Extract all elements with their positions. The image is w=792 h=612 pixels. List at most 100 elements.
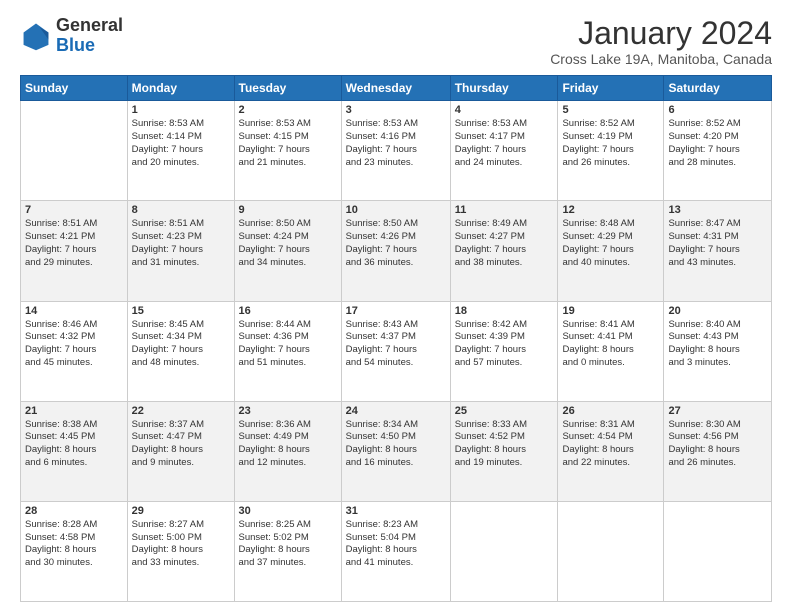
calendar-week-5: 28Sunrise: 8:28 AM Sunset: 4:58 PM Dayli… (21, 501, 772, 601)
day-details: Sunrise: 8:48 AM Sunset: 4:29 PM Dayligh… (562, 218, 659, 269)
day-number: 1 (132, 104, 230, 116)
day-header-wednesday: Wednesday (341, 76, 450, 101)
calendar-cell: 19 Sunrise: 8:41 AM Sunset: 4:41 PM Dayli… (558, 301, 664, 401)
day-number: 9 (239, 204, 337, 216)
calendar-table: SundayMondayTuesdayWednesdayThursdayFrid… (20, 75, 772, 602)
day-details: Sunrise: 8:28 AM Sunset: 4:58 PM Dayligh… (25, 519, 123, 570)
calendar-cell: 23Sunrise: 8:36 AM Sunset: 4:49 PM Dayli… (234, 401, 341, 501)
calendar-cell: 13 Sunrise: 8:47 AM Sunset: 4:31 PM Dayli… (664, 201, 772, 301)
day-number: 20 (668, 305, 767, 317)
day-number: 3 (346, 104, 446, 116)
day-number: 27 (668, 405, 767, 417)
day-header-saturday: Saturday (664, 76, 772, 101)
day-number: 29 (132, 505, 230, 517)
day-number: 10 (346, 204, 446, 216)
day-details: Sunrise: 8:36 AM Sunset: 4:49 PM Dayligh… (239, 419, 337, 470)
day-details: Sunrise: 8:25 AM Sunset: 5:02 PM Dayligh… (239, 519, 337, 570)
calendar-cell: 17 Sunrise: 8:43 AM Sunset: 4:37 PM Dayli… (341, 301, 450, 401)
calendar-cell: 20 Sunrise: 8:40 AM Sunset: 4:43 PM Dayli… (664, 301, 772, 401)
calendar-cell: 22Sunrise: 8:37 AM Sunset: 4:47 PM Dayli… (127, 401, 234, 501)
day-number: 14 (25, 305, 123, 317)
day-number: 6 (668, 104, 767, 116)
page: General Blue January 2024 Cross Lake 19A… (0, 0, 792, 612)
day-details: Sunrise: 8:40 AM Sunset: 4:43 PM Dayligh… (668, 319, 767, 370)
day-number: 7 (25, 204, 123, 216)
calendar-week-1: 1 Sunrise: 8:53 AM Sunset: 4:14 PM Daylig… (21, 101, 772, 201)
day-details: Sunrise: 8:42 AM Sunset: 4:39 PM Dayligh… (455, 319, 554, 370)
day-header-sunday: Sunday (21, 76, 128, 101)
logo-text: General Blue (56, 16, 123, 56)
day-details: Sunrise: 8:52 AM Sunset: 4:19 PM Dayligh… (562, 118, 659, 169)
day-details: Sunrise: 8:41 AM Sunset: 4:41 PM Dayligh… (562, 319, 659, 370)
day-number: 4 (455, 104, 554, 116)
day-details: Sunrise: 8:49 AM Sunset: 4:27 PM Dayligh… (455, 218, 554, 269)
calendar-cell: 21 Sunrise: 8:38 AM Sunset: 4:45 PM Dayli… (21, 401, 128, 501)
calendar-cell: 2Sunrise: 8:53 AM Sunset: 4:15 PM Daylig… (234, 101, 341, 201)
calendar-cell: 7 Sunrise: 8:51 AM Sunset: 4:21 PM Daylig… (21, 201, 128, 301)
day-number: 11 (455, 204, 554, 216)
day-details: Sunrise: 8:52 AM Sunset: 4:20 PM Dayligh… (668, 118, 767, 169)
calendar-cell: 25Sunrise: 8:33 AM Sunset: 4:52 PM Dayli… (450, 401, 558, 501)
calendar-cell: 10 Sunrise: 8:50 AM Sunset: 4:26 PM Dayli… (341, 201, 450, 301)
day-details: Sunrise: 8:31 AM Sunset: 4:54 PM Dayligh… (562, 419, 659, 470)
calendar-cell: 5 Sunrise: 8:52 AM Sunset: 4:19 PM Daylig… (558, 101, 664, 201)
calendar-cell: 29 Sunrise: 8:27 AM Sunset: 5:00 PM Dayli… (127, 501, 234, 601)
day-details: Sunrise: 8:38 AM Sunset: 4:45 PM Dayligh… (25, 419, 123, 470)
day-details: Sunrise: 8:51 AM Sunset: 4:21 PM Dayligh… (25, 218, 123, 269)
day-header-friday: Friday (558, 76, 664, 101)
calendar-cell: 4 Sunrise: 8:53 AM Sunset: 4:17 PM Daylig… (450, 101, 558, 201)
calendar-week-2: 7 Sunrise: 8:51 AM Sunset: 4:21 PM Daylig… (21, 201, 772, 301)
day-number: 8 (132, 204, 230, 216)
calendar-cell: 3 Sunrise: 8:53 AM Sunset: 4:16 PM Daylig… (341, 101, 450, 201)
day-number: 13 (668, 204, 767, 216)
day-header-thursday: Thursday (450, 76, 558, 101)
day-number: 25 (455, 405, 554, 417)
day-details: Sunrise: 8:46 AM Sunset: 4:32 PM Dayligh… (25, 319, 123, 370)
day-details: Sunrise: 8:53 AM Sunset: 4:17 PM Dayligh… (455, 118, 554, 169)
calendar-cell: 11 Sunrise: 8:49 AM Sunset: 4:27 PM Dayli… (450, 201, 558, 301)
calendar-cell: 6 Sunrise: 8:52 AM Sunset: 4:20 PM Daylig… (664, 101, 772, 201)
calendar-week-3: 14 Sunrise: 8:46 AM Sunset: 4:32 PM Dayli… (21, 301, 772, 401)
day-details: Sunrise: 8:23 AM Sunset: 5:04 PM Dayligh… (346, 519, 446, 570)
day-details: Sunrise: 8:47 AM Sunset: 4:31 PM Dayligh… (668, 218, 767, 269)
day-number: 19 (562, 305, 659, 317)
calendar-cell: 31Sunrise: 8:23 AM Sunset: 5:04 PM Dayli… (341, 501, 450, 601)
day-details: Sunrise: 8:34 AM Sunset: 4:50 PM Dayligh… (346, 419, 446, 470)
day-number: 16 (239, 305, 337, 317)
calendar-cell: 12 Sunrise: 8:48 AM Sunset: 4:29 PM Dayli… (558, 201, 664, 301)
day-details: Sunrise: 8:53 AM Sunset: 4:14 PM Dayligh… (132, 118, 230, 169)
day-number: 18 (455, 305, 554, 317)
day-header-tuesday: Tuesday (234, 76, 341, 101)
day-details: Sunrise: 8:53 AM Sunset: 4:16 PM Dayligh… (346, 118, 446, 169)
day-number: 17 (346, 305, 446, 317)
day-number: 26 (562, 405, 659, 417)
calendar-cell: 30 Sunrise: 8:25 AM Sunset: 5:02 PM Dayli… (234, 501, 341, 601)
day-number: 22 (132, 405, 230, 417)
location: Cross Lake 19A, Manitoba, Canada (550, 51, 772, 67)
day-details: Sunrise: 8:27 AM Sunset: 5:00 PM Dayligh… (132, 519, 230, 570)
calendar-cell: 28Sunrise: 8:28 AM Sunset: 4:58 PM Dayli… (21, 501, 128, 601)
day-number: 15 (132, 305, 230, 317)
day-number: 30 (239, 505, 337, 517)
calendar-cell: 24 Sunrise: 8:34 AM Sunset: 4:50 PM Dayli… (341, 401, 450, 501)
calendar-cell: 26 Sunrise: 8:31 AM Sunset: 4:54 PM Dayli… (558, 401, 664, 501)
day-details: Sunrise: 8:45 AM Sunset: 4:34 PM Dayligh… (132, 319, 230, 370)
day-details: Sunrise: 8:43 AM Sunset: 4:37 PM Dayligh… (346, 319, 446, 370)
day-details: Sunrise: 8:50 AM Sunset: 4:26 PM Dayligh… (346, 218, 446, 269)
month-title: January 2024 (550, 16, 772, 51)
day-number: 24 (346, 405, 446, 417)
logo-icon (20, 20, 52, 52)
title-block: January 2024 Cross Lake 19A, Manitoba, C… (550, 16, 772, 67)
day-number: 12 (562, 204, 659, 216)
calendar-cell (21, 101, 128, 201)
calendar-cell: 18 Sunrise: 8:42 AM Sunset: 4:39 PM Dayli… (450, 301, 558, 401)
calendar-cell (664, 501, 772, 601)
day-number: 5 (562, 104, 659, 116)
day-number: 21 (25, 405, 123, 417)
calendar-cell: 15 Sunrise: 8:45 AM Sunset: 4:34 PM Dayli… (127, 301, 234, 401)
calendar-cell (558, 501, 664, 601)
logo: General Blue (20, 16, 123, 56)
calendar-cell: 16Sunrise: 8:44 AM Sunset: 4:36 PM Dayli… (234, 301, 341, 401)
calendar-cell: 14 Sunrise: 8:46 AM Sunset: 4:32 PM Dayli… (21, 301, 128, 401)
calendar-cell: 27Sunrise: 8:30 AM Sunset: 4:56 PM Dayli… (664, 401, 772, 501)
